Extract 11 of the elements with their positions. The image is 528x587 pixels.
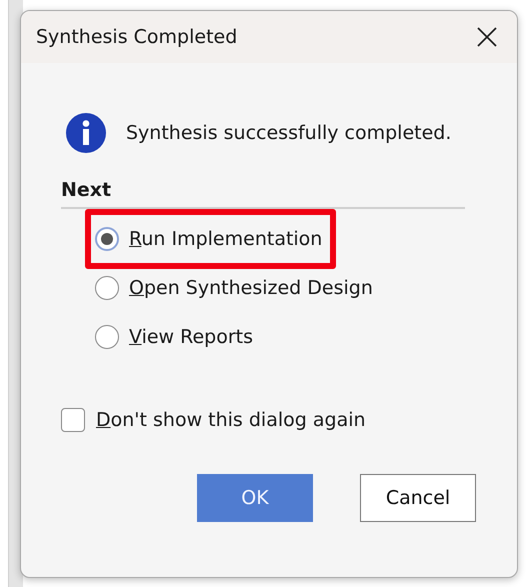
checkbox-option[interactable]: Don't show this dialog again xyxy=(61,408,366,432)
window-title: Synthesis Completed xyxy=(36,26,238,48)
radio-option[interactable]: Open Synthesized Design xyxy=(95,268,373,308)
radio-option[interactable]: View Reports xyxy=(95,317,254,357)
radio-option[interactable]: Run Implementation xyxy=(95,219,322,259)
info-icon xyxy=(66,113,106,153)
close-icon[interactable] xyxy=(477,27,497,47)
ok-button[interactable]: OK xyxy=(197,474,313,522)
cancel-button[interactable]: Cancel xyxy=(360,474,476,522)
section-heading: Next xyxy=(61,179,465,209)
message-text: Synthesis successfully completed. xyxy=(126,122,452,144)
